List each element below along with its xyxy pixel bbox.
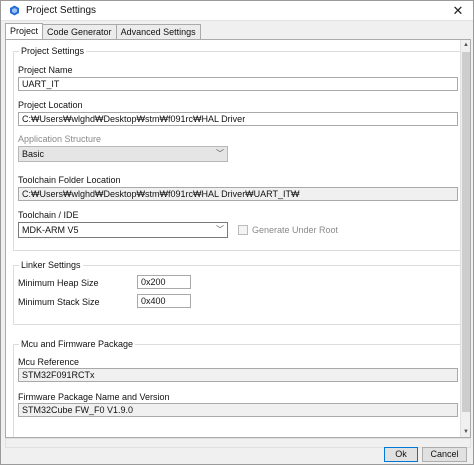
- toolchain-folder-input[interactable]: C:₩Users₩wlghd₩Desktop₩stm₩f091rc₩HAL Dr…: [18, 187, 458, 201]
- mcu-reference-input[interactable]: STM32F091RCTx: [18, 368, 458, 382]
- project-location-input[interactable]: C:₩Users₩wlghd₩Desktop₩stm₩f091rc₩HAL Dr…: [18, 112, 458, 126]
- project-settings-group: Project Settings Project Name UART_IT Pr…: [13, 46, 463, 251]
- close-icon[interactable]: ✕: [443, 1, 473, 21]
- ok-button[interactable]: Ok: [384, 447, 418, 462]
- toolchain-ide-value: MDK-ARM V5: [22, 225, 79, 235]
- app-structure-label: Application Structure: [18, 134, 102, 144]
- toolchain-folder-label: Toolchain Folder Location: [18, 175, 121, 185]
- toolchain-ide-label: Toolchain / IDE: [18, 210, 79, 220]
- mcu-firmware-group: Mcu and Firmware Package Mcu Reference S…: [13, 339, 463, 437]
- window-title: Project Settings: [26, 5, 97, 16]
- project-name-label: Project Name: [18, 65, 73, 75]
- firmware-label: Firmware Package Name and Version: [18, 392, 170, 402]
- tab-bar: Project Code Generator Advanced Settings: [5, 23, 201, 39]
- title-bar: Project Settings ✕: [1, 1, 473, 21]
- chevron-down-icon: ﹀: [216, 149, 224, 158]
- linker-settings-group: Linker Settings Minimum Heap Size 0x200 …: [13, 260, 463, 325]
- app-structure-select[interactable]: Basic ﹀: [18, 146, 228, 162]
- mcu-reference-label: Mcu Reference: [18, 357, 80, 367]
- vertical-scrollbar[interactable]: ▲ ▼: [460, 40, 470, 437]
- min-stack-label: Minimum Stack Size: [18, 297, 100, 307]
- checkbox-box[interactable]: [238, 225, 248, 235]
- firmware-input[interactable]: STM32Cube FW_F0 V1.9.0: [18, 403, 458, 417]
- min-stack-input[interactable]: 0x400: [137, 294, 191, 308]
- project-settings-title: Project Settings: [19, 46, 87, 56]
- scroll-up-icon[interactable]: ▲: [461, 40, 470, 50]
- tab-advanced-settings[interactable]: Advanced Settings: [115, 24, 201, 39]
- chevron-down-icon: ﹀: [216, 225, 224, 234]
- min-heap-label: Minimum Heap Size: [18, 278, 99, 288]
- cancel-button[interactable]: Cancel: [422, 447, 467, 462]
- scroll-thumb[interactable]: [462, 52, 470, 412]
- tab-content: Project Settings Project Name UART_IT Pr…: [5, 39, 471, 438]
- stm32cubemx-icon: [8, 5, 20, 17]
- tab-code-generator[interactable]: Code Generator: [42, 24, 117, 39]
- toolchain-ide-select[interactable]: MDK-ARM V5 ﹀: [18, 222, 228, 238]
- app-structure-value: Basic: [22, 149, 45, 159]
- project-name-input[interactable]: UART_IT: [18, 77, 458, 91]
- project-location-label: Project Location: [18, 100, 83, 110]
- scroll-down-icon[interactable]: ▼: [461, 427, 470, 437]
- generate-under-root-label: Generate Under Root: [252, 225, 339, 235]
- mcu-firmware-title: Mcu and Firmware Package: [19, 339, 136, 349]
- project-settings-window: Project Settings ✕ Project Code Generato…: [0, 0, 474, 465]
- min-heap-input[interactable]: 0x200: [137, 275, 191, 289]
- linker-settings-title: Linker Settings: [19, 260, 83, 270]
- generate-under-root-checkbox[interactable]: Generate Under Root: [238, 225, 338, 235]
- tab-project[interactable]: Project: [5, 23, 44, 39]
